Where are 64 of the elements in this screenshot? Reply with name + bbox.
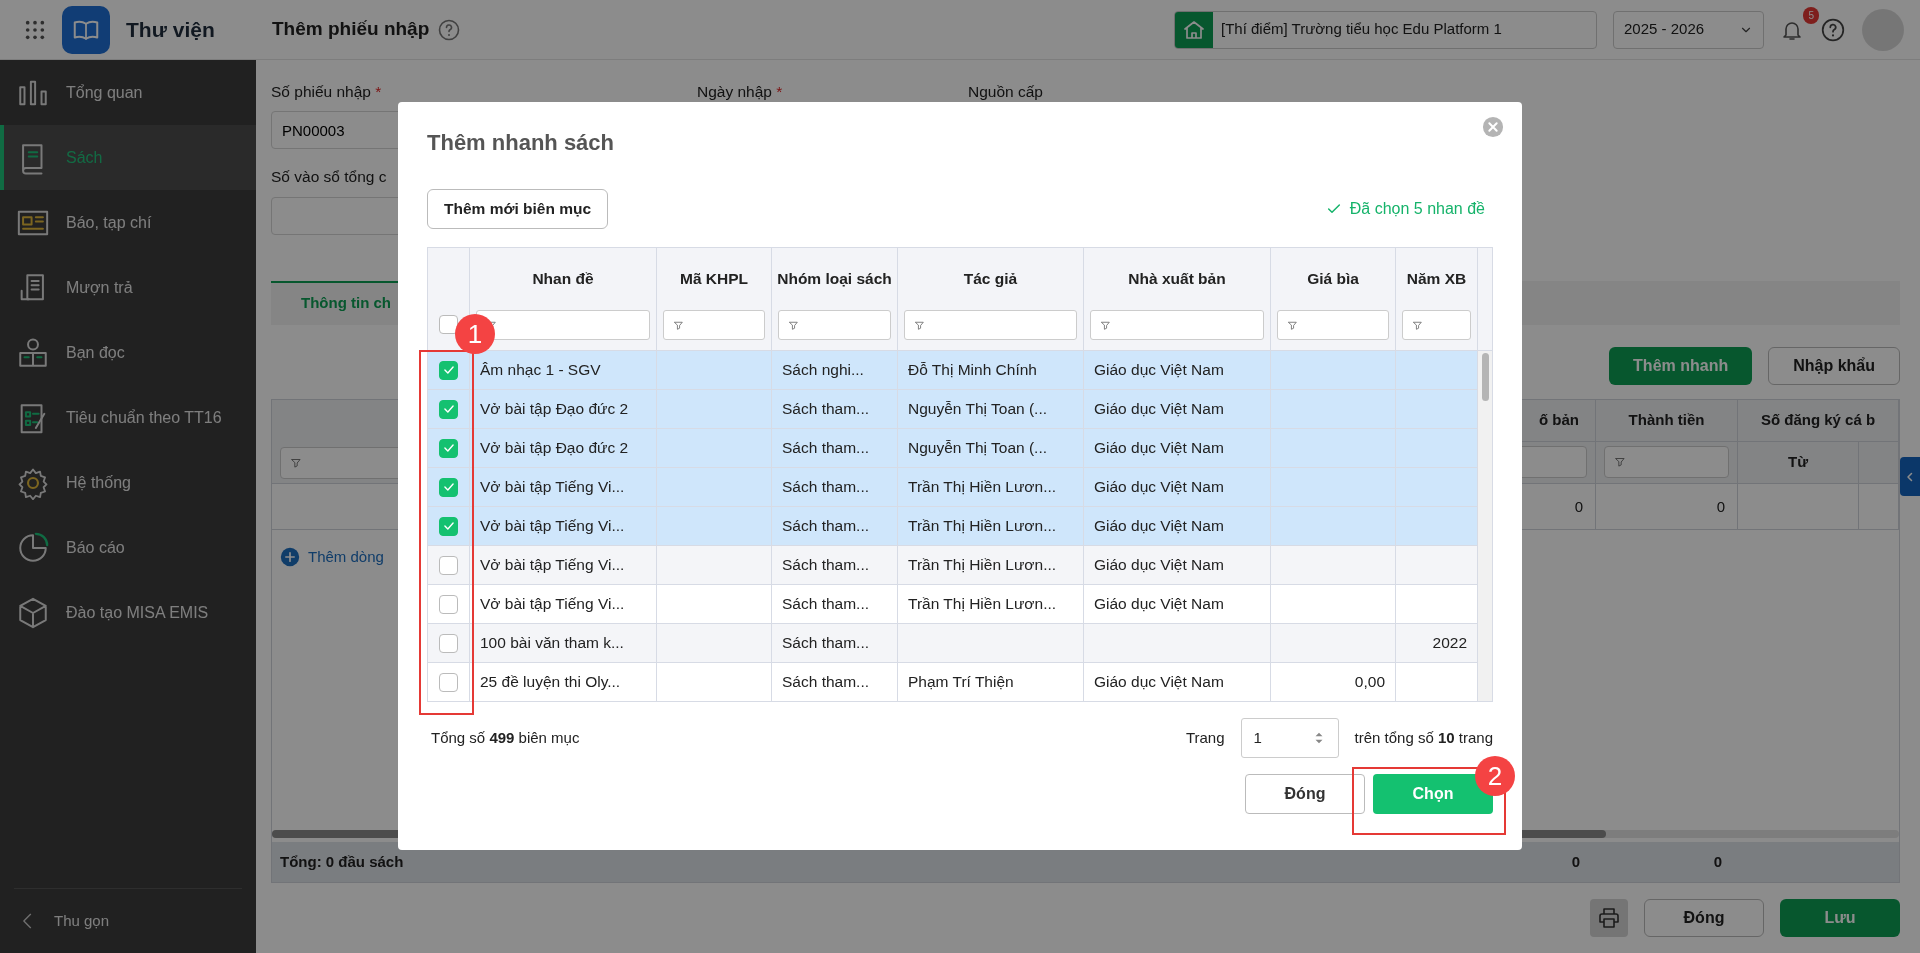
table-cell-text: Giáo dục Việt Nam [1094, 516, 1224, 537]
column-header: Nhan đề [532, 269, 594, 289]
column-header: Mã KHPL [679, 269, 748, 289]
table-cell-text: Sách tham... [782, 555, 869, 576]
table-cell-text: Giáo dục Việt Nam [1094, 360, 1224, 381]
total-value: 0 [1713, 851, 1722, 872]
table-cell-text: 0,00 [1354, 672, 1385, 693]
dialog-title: Thêm nhanh sách [427, 129, 616, 157]
table-cell-text: Trần Thị Hiền Lươn... [908, 477, 1057, 498]
table-cell-text: Giáo dục Việt Nam [1094, 399, 1224, 420]
column-header: Từ [1738, 441, 1859, 484]
field-label: Nguồn cấp [968, 82, 1044, 102]
field-label: Số phiếu nhập * [271, 82, 383, 102]
column-header: Tác giả [963, 269, 1018, 289]
column-header: Nhà xuất bản [1128, 269, 1226, 289]
table-cell-text: Giáo dục Việt Nam [1094, 555, 1224, 576]
table-cell-text: Vở bài tập Đạo đức 2 [480, 438, 629, 459]
table-cell-text: Sách tham... [782, 633, 869, 654]
table-cell-text: Trần Thị Hiền Lươn... [908, 516, 1057, 537]
table-cell-text: Giáo dục Việt Nam [1094, 594, 1224, 615]
table-cell-text: 100 bài văn tham k... [480, 633, 624, 654]
table-cell-text: Sách tham... [782, 516, 869, 537]
table-cell-text: Vở bài tập Tiếng Vi... [480, 477, 625, 498]
table-cell-text: Sách tham... [782, 477, 869, 498]
total-value: 0 [1571, 851, 1580, 872]
table-cell-text: Vở bài tập Tiếng Vi... [480, 594, 625, 615]
column-header: Giá bìa [1307, 269, 1359, 289]
table-cell-text: Trần Thị Hiền Lươn... [908, 594, 1057, 615]
table-cell-text: Đỗ Thị Minh Chính [908, 360, 1037, 381]
field-label: Số vào sổ tổng c [271, 167, 388, 188]
table-cell-text: Giáo dục Việt Nam [1094, 438, 1224, 459]
page-total: trên tổng số 10 trang [1354, 727, 1493, 748]
table-cell-text: Giáo dục Việt Nam [1094, 477, 1224, 498]
selection-count: Đã chọn 5 nhan đề [1349, 199, 1485, 219]
table-cell-text: Sách nghi... [782, 360, 864, 381]
table-cell-text: 2022 [1432, 633, 1467, 654]
table-cell-text: Sách tham... [782, 438, 869, 459]
notification-badge: 5 [1803, 6, 1819, 24]
table-cell-text: Vở bài tập Tiếng Vi... [480, 516, 625, 537]
table-cell-text: Âm nhạc 1 - SGV [480, 360, 601, 381]
table-cell-text: Giáo dục Việt Nam [1094, 672, 1224, 693]
table-cell-text: Nguyễn Thị Toan (... [908, 438, 1047, 459]
table-cell: 0 [1596, 483, 1738, 530]
table-cell-text: Vở bài tập Tiếng Vi... [480, 555, 625, 576]
table-cell-text: 25 đề luyện thi Oly... [480, 672, 621, 693]
column-header: Số đăng ký cá b [1738, 399, 1899, 442]
page-title: Thêm phiếu nhập [272, 17, 430, 42]
table-cell-text: Vở bài tập Đạo đức 2 [480, 399, 629, 420]
column-header: Nhóm loại sách [777, 269, 892, 289]
total-label: Tổng: 0 đầu sách [280, 851, 404, 872]
table-cell-text: Sách tham... [782, 672, 869, 693]
field-label: Ngày nhập * [697, 82, 784, 102]
year-value: 2025 - 2026 [1624, 19, 1705, 40]
column-header: Thành tiền [1596, 399, 1738, 442]
table-cell-text: Phạm Trí Thiện [908, 672, 1014, 693]
app-title: Thư viện [126, 16, 215, 43]
table-cell-text: Sách tham... [782, 594, 869, 615]
table-cell-text: Trần Thị Hiền Lươn... [908, 555, 1057, 576]
school-name: [Thí điểm] Trường tiểu học Edu Platform 1 [1220, 19, 1502, 40]
table-cell-text: Nguyễn Thị Toan (... [908, 399, 1047, 420]
total-records: Tổng số 499 biên mục [431, 727, 580, 748]
page-label: Trang [1185, 727, 1225, 748]
column-header: Năm XB [1406, 269, 1467, 289]
table-cell-text: Sách tham... [782, 399, 869, 420]
